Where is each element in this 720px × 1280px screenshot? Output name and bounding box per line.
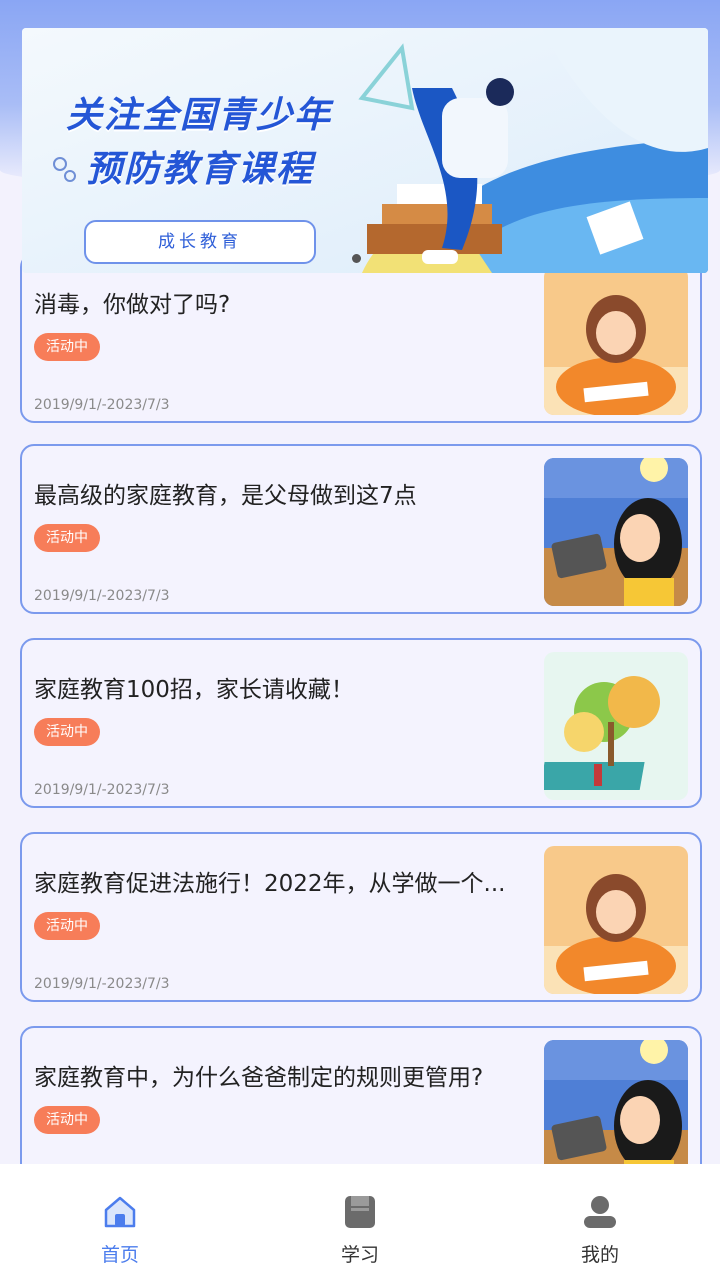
tab-mine-label: 我的 xyxy=(580,1244,619,1266)
article-date: 2019/9/1/-2023/7/3 xyxy=(34,976,170,992)
tab-home[interactable]: 首页 xyxy=(0,1164,240,1280)
article-title: 最高级的家庭教育，是父母做到这7点 xyxy=(34,483,417,509)
article-title: 家庭教育100招，家长请收藏！ xyxy=(34,677,354,703)
article-date: 2019/9/1/-2023/7/3 xyxy=(34,397,170,413)
article-date: 2019/9/1/-2023/7/3 xyxy=(34,588,170,604)
home-icon xyxy=(104,1196,136,1228)
article-card[interactable]: 家庭教育促进法施行！2022年，从学做一个... 活动中 2019/9/1/-2… xyxy=(20,832,702,1002)
article-card[interactable]: 家庭教育100招，家长请收藏！ 活动中 2019/9/1/-2023/7/3 xyxy=(20,638,702,808)
user-icon xyxy=(584,1196,616,1228)
article-date: 2019/9/1/-2023/7/3 xyxy=(34,782,170,798)
article-title: 家庭教育促进法施行！2022年，从学做一个... xyxy=(34,871,506,897)
status-badge: 活动中 xyxy=(34,1106,100,1134)
book-icon xyxy=(345,1196,375,1228)
bottom-tab-bar: 首页 学习 我的 xyxy=(0,1164,720,1280)
article-thumbnail xyxy=(544,458,688,606)
status-badge: 活动中 xyxy=(34,718,100,746)
tab-mine[interactable]: 我的 xyxy=(480,1164,720,1280)
promo-banner[interactable]: 关注全国青少年 预防教育课程 成长教育 xyxy=(22,28,708,273)
growth-education-button[interactable]: 成长教育 xyxy=(84,220,316,264)
status-badge: 活动中 xyxy=(34,524,100,552)
article-thumbnail xyxy=(544,652,688,800)
article-thumbnail xyxy=(544,267,688,415)
article-thumbnail xyxy=(544,846,688,994)
carousel-indicator xyxy=(352,254,361,263)
article-card[interactable]: 最高级的家庭教育，是父母做到这7点 活动中 2019/9/1/-2023/7/3 xyxy=(20,444,702,614)
status-badge: 活动中 xyxy=(34,333,100,361)
banner-headline-2: 预防教育课程 xyxy=(86,149,315,190)
article-title: 家庭教育中，为什么爸爸制定的规则更管用? xyxy=(34,1065,484,1091)
banner-headline-1: 关注全国青少年 xyxy=(66,95,333,136)
tab-study[interactable]: 学习 xyxy=(240,1164,480,1280)
article-card[interactable]: 消毒，你做对了吗? 活动中 2019/9/1/-2023/7/3 xyxy=(20,253,702,423)
article-title: 消毒，你做对了吗? xyxy=(34,292,231,318)
status-badge: 活动中 xyxy=(34,912,100,940)
tab-study-label: 学习 xyxy=(340,1244,379,1266)
tab-home-label: 首页 xyxy=(100,1244,139,1266)
